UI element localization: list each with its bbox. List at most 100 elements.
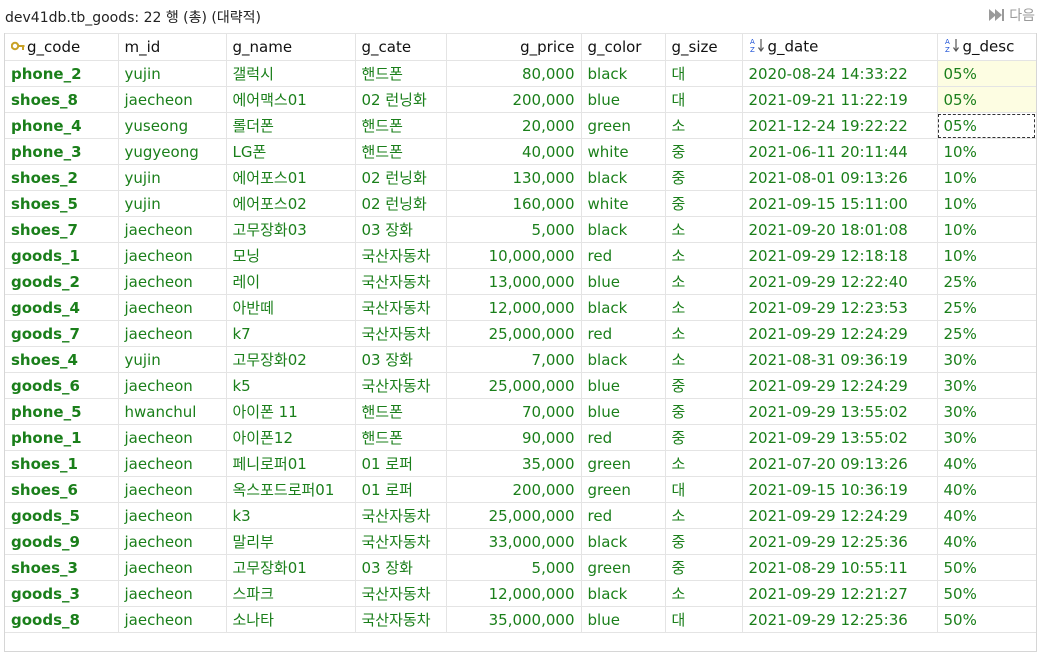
cell-g-date[interactable]: 2021-09-29 13:55:02 bbox=[742, 398, 938, 425]
table-row[interactable]: phone_3 yugyeong LG폰 핸드폰 40,000 white 중 2021-06… bbox=[5, 138, 1036, 165]
cell-g-size[interactable]: 중 bbox=[665, 164, 743, 191]
cell-m-id[interactable]: yuseong bbox=[118, 112, 227, 139]
cell-g-date[interactable]: 2021-09-29 12:24:29 bbox=[742, 372, 938, 399]
cell-g-size[interactable]: 소 bbox=[665, 216, 743, 243]
cell-g-price[interactable]: 5,000 bbox=[446, 216, 582, 243]
cell-g-name[interactable]: 모닝 bbox=[226, 242, 356, 269]
cell-g-name[interactable]: 에어포스01 bbox=[226, 164, 356, 191]
cell-g-size[interactable]: 중 bbox=[665, 554, 743, 581]
cell-g-color[interactable]: black bbox=[581, 60, 666, 87]
column-header-g_color[interactable]: g_color bbox=[581, 33, 666, 61]
cell-g-cate[interactable]: 국산자동차 bbox=[355, 242, 447, 269]
cell-g-cate[interactable]: 핸드폰 bbox=[355, 424, 447, 451]
cell-m-id[interactable]: jaecheon bbox=[118, 580, 227, 607]
cell-g-date[interactable]: 2021-09-20 18:01:08 bbox=[742, 216, 938, 243]
cell-g-cate[interactable]: 01 로퍼 bbox=[355, 476, 447, 503]
cell-g-code[interactable]: goods_9 bbox=[5, 528, 119, 555]
cell-g-price[interactable]: 25,000,000 bbox=[446, 372, 582, 399]
cell-g-price[interactable]: 10,000,000 bbox=[446, 242, 582, 269]
cell-g-code[interactable]: shoes_2 bbox=[5, 164, 119, 191]
cell-m-id[interactable]: jaecheon bbox=[118, 216, 227, 243]
cell-g-date[interactable]: 2021-08-31 09:36:19 bbox=[742, 346, 938, 373]
cell-g-date[interactable]: 2021-08-29 10:55:11 bbox=[742, 554, 938, 581]
cell-g-cate[interactable]: 핸드폰 bbox=[355, 398, 447, 425]
cell-g-price[interactable]: 130,000 bbox=[446, 164, 582, 191]
cell-g-size[interactable]: 중 bbox=[665, 190, 743, 217]
cell-g-size[interactable]: 중 bbox=[665, 398, 743, 425]
table-row[interactable]: goods_9 jaecheon 말리부 국산자동차 33,000,000 black 중 2… bbox=[5, 528, 1036, 555]
table-row[interactable]: shoes_2 yujin 에어포스01 02 런닝화 130,000 black 중 202… bbox=[5, 164, 1036, 191]
cell-m-id[interactable]: yujin bbox=[118, 164, 227, 191]
table-row[interactable]: shoes_8 jaecheon 에어맥스01 02 런닝화 200,000 blue 대 2… bbox=[5, 86, 1036, 113]
cell-g-price[interactable]: 25,000,000 bbox=[446, 320, 582, 347]
cell-m-id[interactable]: jaecheon bbox=[118, 372, 227, 399]
cell-g-color[interactable]: blue bbox=[581, 86, 666, 113]
cell-g-name[interactable]: 아이폰12 bbox=[226, 424, 356, 451]
cell-m-id[interactable]: yujin bbox=[118, 190, 227, 217]
table-row[interactable]: shoes_6 jaecheon 옥스포드로퍼01 01 로퍼 200,000 green… bbox=[5, 476, 1036, 503]
cell-g-date[interactable]: 2020-08-24 14:33:22 bbox=[742, 60, 938, 87]
cell-m-id[interactable]: jaecheon bbox=[118, 242, 227, 269]
cell-g-size[interactable]: 소 bbox=[665, 346, 743, 373]
cell-g-name[interactable]: 말리부 bbox=[226, 528, 356, 555]
cell-g-cate[interactable]: 03 장화 bbox=[355, 346, 447, 373]
cell-g-color[interactable]: blue bbox=[581, 606, 666, 633]
cell-g-code[interactable]: shoes_6 bbox=[5, 476, 119, 503]
cell-g-name[interactable]: 고무장화03 bbox=[226, 216, 356, 243]
cell-g-price[interactable]: 33,000,000 bbox=[446, 528, 582, 555]
cell-m-id[interactable]: jaecheon bbox=[118, 476, 227, 503]
cell-g-name[interactable]: k7 bbox=[226, 320, 356, 347]
cell-g-size[interactable]: 대 bbox=[665, 606, 743, 633]
cell-g-code[interactable]: phone_4 bbox=[5, 112, 119, 139]
cell-g-size[interactable]: 소 bbox=[665, 112, 743, 139]
column-header-g_size[interactable]: g_size bbox=[665, 33, 743, 61]
cell-g-price[interactable]: 12,000,000 bbox=[446, 294, 582, 321]
cell-g-color[interactable]: black bbox=[581, 164, 666, 191]
cell-m-id[interactable]: yugyeong bbox=[118, 138, 227, 165]
cell-g-price[interactable]: 5,000 bbox=[446, 554, 582, 581]
table-row[interactable]: goods_5 jaecheon k3 국산자동차 25,000,000 red 소 2021… bbox=[5, 502, 1036, 529]
cell-g-size[interactable]: 중 bbox=[665, 138, 743, 165]
cell-g-color[interactable]: red bbox=[581, 242, 666, 269]
cell-m-id[interactable]: jaecheon bbox=[118, 294, 227, 321]
cell-g-desc[interactable]: 40% bbox=[937, 502, 1036, 529]
cell-g-code[interactable]: phone_1 bbox=[5, 424, 119, 451]
cell-g-color[interactable]: black bbox=[581, 346, 666, 373]
cell-m-id[interactable]: jaecheon bbox=[118, 502, 227, 529]
cell-g-desc[interactable]: 10% bbox=[937, 138, 1036, 165]
cell-g-size[interactable]: 소 bbox=[665, 268, 743, 295]
cell-m-id[interactable]: hwanchul bbox=[118, 398, 227, 425]
cell-g-date[interactable]: 2021-09-29 12:24:29 bbox=[742, 502, 938, 529]
cell-m-id[interactable]: yujin bbox=[118, 346, 227, 373]
next-page-button[interactable]: 다음 bbox=[988, 5, 1035, 25]
cell-g-price[interactable]: 25,000,000 bbox=[446, 502, 582, 529]
cell-m-id[interactable]: jaecheon bbox=[118, 268, 227, 295]
table-row[interactable]: goods_8 jaecheon 소나타 국산자동차 35,000,000 blue 대 20… bbox=[5, 606, 1036, 633]
cell-m-id[interactable]: jaecheon bbox=[118, 528, 227, 555]
cell-g-desc[interactable]: 10% bbox=[937, 190, 1036, 217]
cell-m-id[interactable]: yujin bbox=[118, 60, 227, 87]
column-header-g_cate[interactable]: g_cate bbox=[355, 33, 447, 61]
cell-g-cate[interactable]: 핸드폰 bbox=[355, 60, 447, 87]
cell-g-size[interactable]: 중 bbox=[665, 424, 743, 451]
cell-g-date[interactable]: 2021-09-29 12:21:27 bbox=[742, 580, 938, 607]
cell-g-price[interactable]: 35,000 bbox=[446, 450, 582, 477]
cell-m-id[interactable]: jaecheon bbox=[118, 320, 227, 347]
cell-g-desc[interactable]: 40% bbox=[937, 450, 1036, 477]
cell-g-size[interactable]: 소 bbox=[665, 450, 743, 477]
table-row[interactable]: goods_1 jaecheon 모닝 국산자동차 10,000,000 red 소 2021… bbox=[5, 242, 1036, 269]
cell-g-price[interactable]: 200,000 bbox=[446, 86, 582, 113]
cell-m-id[interactable]: jaecheon bbox=[118, 424, 227, 451]
cell-g-code[interactable]: goods_7 bbox=[5, 320, 119, 347]
cell-g-code[interactable]: shoes_4 bbox=[5, 346, 119, 373]
cell-g-name[interactable]: 롤더폰 bbox=[226, 112, 356, 139]
cell-g-color[interactable]: red bbox=[581, 424, 666, 451]
cell-g-color[interactable]: green bbox=[581, 450, 666, 477]
cell-g-name[interactable]: 소나타 bbox=[226, 606, 356, 633]
cell-g-color[interactable]: red bbox=[581, 502, 666, 529]
cell-g-name[interactable]: 에어포스02 bbox=[226, 190, 356, 217]
cell-g-desc[interactable]: 40% bbox=[937, 528, 1036, 555]
cell-g-code[interactable]: goods_2 bbox=[5, 268, 119, 295]
cell-g-price[interactable]: 12,000,000 bbox=[446, 580, 582, 607]
cell-g-date[interactable]: 2021-09-29 12:18:18 bbox=[742, 242, 938, 269]
